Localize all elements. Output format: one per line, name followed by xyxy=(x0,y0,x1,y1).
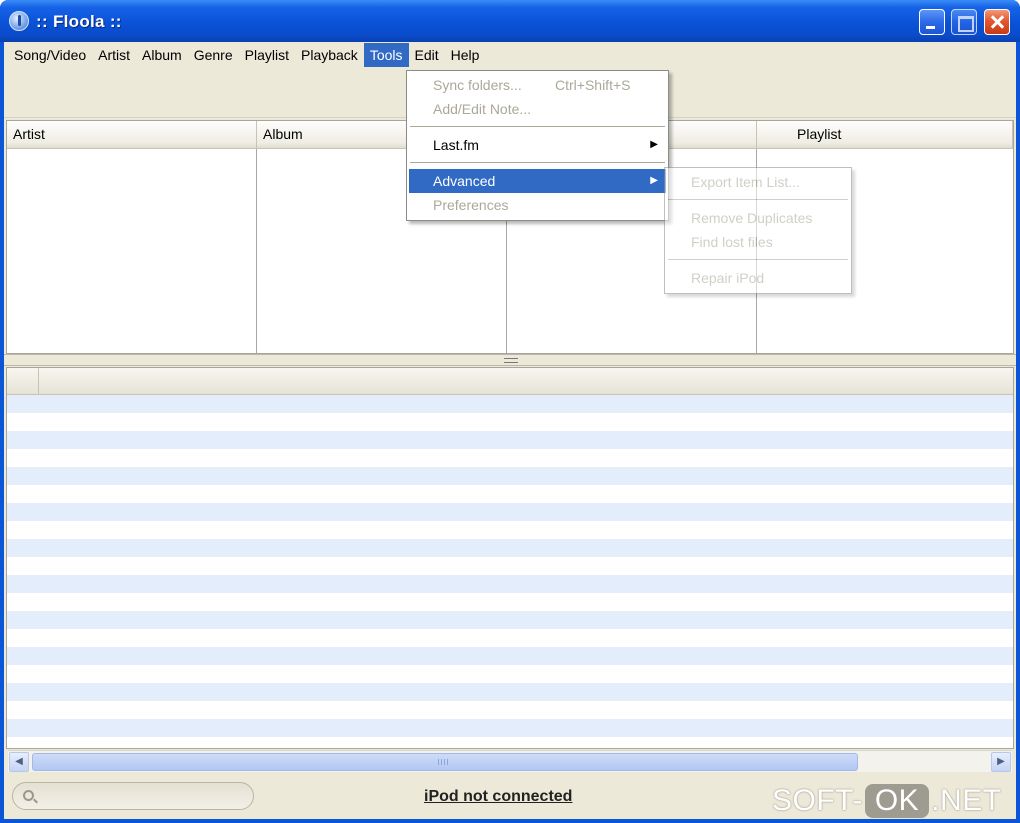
menu-item-repair-ipod[interactable]: Repair iPod xyxy=(667,266,849,290)
submenu-arrow-icon: ▶ xyxy=(650,175,658,186)
menu-playback[interactable]: Playback xyxy=(295,43,364,67)
menu-separator xyxy=(410,126,665,127)
menu-item-remove-duplicates[interactable]: Remove Duplicates xyxy=(667,206,849,230)
scroll-left-icon[interactable]: ◀ xyxy=(9,752,29,772)
title-bar[interactable]: :: Floola :: xyxy=(0,0,1020,42)
menu-separator xyxy=(668,199,848,200)
watermark: SOFT- OK .NET xyxy=(772,784,1002,818)
horizontal-scrollbar[interactable]: ◀ ▶ xyxy=(8,750,1012,772)
artist-list[interactable] xyxy=(7,149,257,353)
playlist-column-header[interactable]: Playlist xyxy=(757,121,1013,149)
menu-song-video[interactable]: Song/Video xyxy=(8,43,92,67)
watermark-soft: SOFT- xyxy=(772,784,863,817)
menu-separator xyxy=(668,259,848,260)
track-list[interactable] xyxy=(6,367,1014,749)
menu-playlist[interactable]: Playlist xyxy=(239,43,295,67)
search-icon xyxy=(23,790,34,801)
menu-bar: Song/Video Artist Album Genre Playlist P… xyxy=(4,42,1016,68)
ipod-status-link[interactable]: iPod not connected xyxy=(424,788,572,806)
search-input[interactable] xyxy=(39,786,239,806)
menu-item-lastfm[interactable]: Last.fm ▶ xyxy=(409,133,666,157)
menu-item-sync-folders[interactable]: Sync folders... Ctrl+Shift+S xyxy=(409,73,666,97)
artist-column-header[interactable]: Artist xyxy=(7,121,257,149)
menu-help[interactable]: Help xyxy=(445,43,486,67)
menu-artist[interactable]: Artist xyxy=(92,43,136,67)
menu-item-advanced[interactable]: Advanced ▶ xyxy=(409,169,666,193)
status-bar: iPod not connected SOFT- OK .NET xyxy=(4,773,1016,819)
scroll-right-icon[interactable]: ▶ xyxy=(991,752,1011,772)
menu-item-preferences[interactable]: Preferences xyxy=(409,193,666,217)
menu-item-export-item-list[interactable]: Export Item List... xyxy=(667,170,849,194)
tools-menu: Sync folders... Ctrl+Shift+S Add/Edit No… xyxy=(406,70,669,221)
track-list-header-cell[interactable] xyxy=(7,368,39,394)
window-title: :: Floola :: xyxy=(36,12,122,31)
menu-genre[interactable]: Genre xyxy=(188,43,239,67)
minimize-icon[interactable] xyxy=(919,9,945,35)
submenu-arrow-icon: ▶ xyxy=(650,139,658,150)
menu-item-find-lost-files[interactable]: Find lost files xyxy=(667,230,849,254)
splitter-grip-icon[interactable] xyxy=(504,358,518,363)
track-list-header xyxy=(7,368,1013,395)
floola-app-icon[interactable] xyxy=(9,11,29,31)
maximize-icon[interactable] xyxy=(951,9,977,35)
advanced-submenu: Export Item List... Remove Duplicates Fi… xyxy=(664,167,852,294)
close-icon[interactable] xyxy=(984,9,1010,35)
pane-splitter[interactable] xyxy=(4,354,1016,366)
sync-folders-shortcut: Ctrl+Shift+S xyxy=(555,77,631,93)
menu-album[interactable]: Album xyxy=(136,43,188,67)
scrollbar-thumb[interactable] xyxy=(32,753,858,771)
track-list-rows[interactable] xyxy=(7,395,1013,748)
search-box[interactable] xyxy=(12,782,254,810)
menu-item-add-edit-note[interactable]: Add/Edit Note... xyxy=(409,97,666,121)
menu-separator xyxy=(410,162,665,163)
menu-edit[interactable]: Edit xyxy=(409,43,445,67)
lastfm-label: Last.fm xyxy=(433,137,479,153)
advanced-label: Advanced xyxy=(433,173,496,189)
watermark-net: .NET xyxy=(931,784,1002,817)
menu-tools[interactable]: Tools xyxy=(363,43,409,67)
sync-folders-label: Sync folders... xyxy=(433,77,522,93)
watermark-ok: OK xyxy=(864,784,930,818)
